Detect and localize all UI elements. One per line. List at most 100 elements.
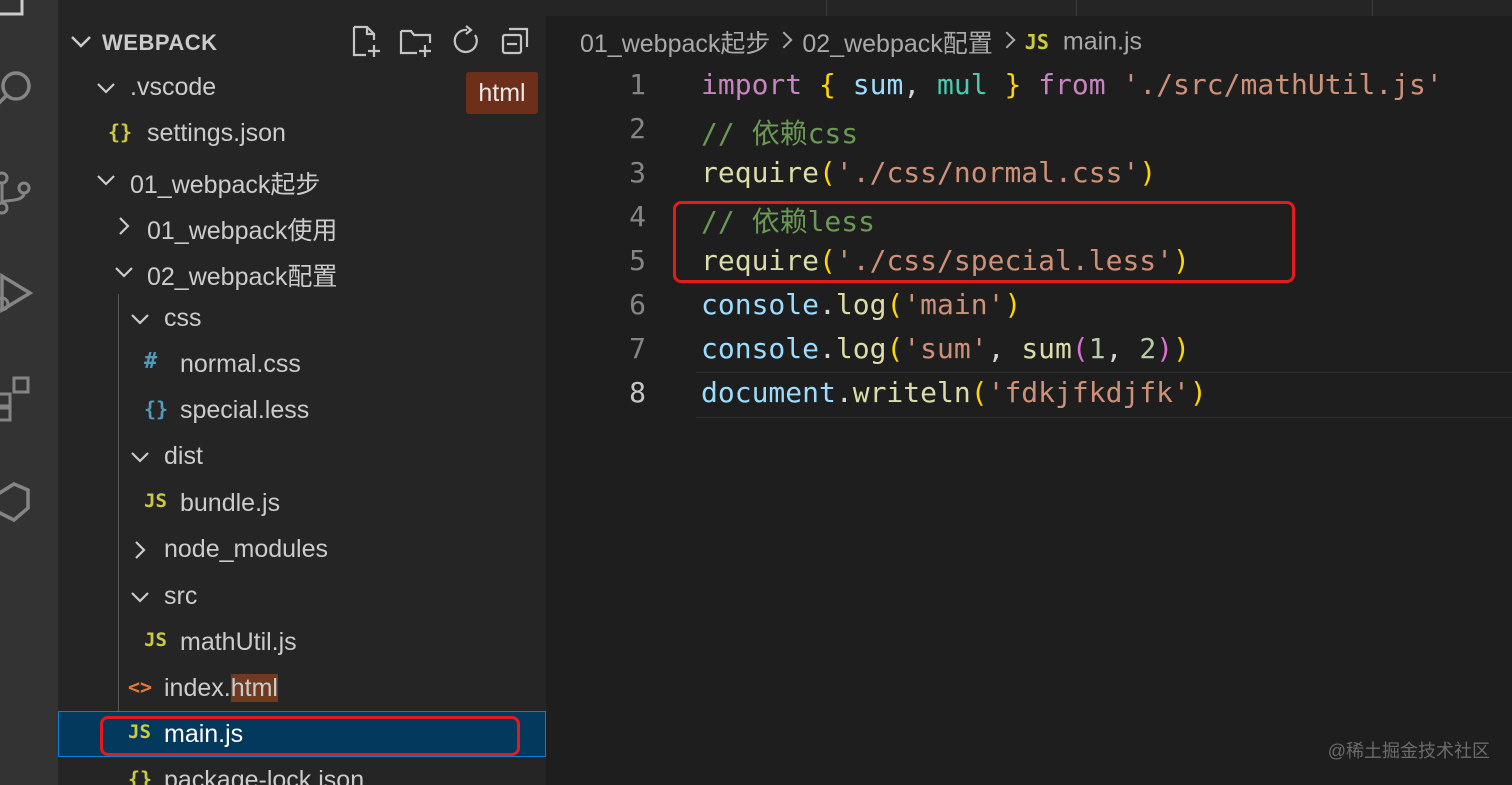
tree-folder-02-webpack-config[interactable]: 02_webpack配置 — [58, 248, 546, 294]
chevron-down-icon — [131, 592, 149, 603]
search-icon[interactable] — [0, 62, 38, 112]
json-file-icon: {} — [108, 120, 133, 144]
tree-file-index-html[interactable]: <> index.html — [58, 665, 546, 711]
line-number: 1 — [629, 68, 646, 101]
code-token: import — [701, 68, 803, 101]
tree-file-special-less[interactable]: {} special.less — [58, 387, 546, 433]
tree-item-label: 01_webpack使用 — [147, 217, 338, 245]
tree-file-normal-css[interactable]: # normal.css — [58, 341, 546, 387]
code-token: document — [701, 376, 836, 409]
code-line[interactable]: require('./css/normal.css') — [701, 156, 1156, 189]
html-file-icon: <> — [128, 675, 153, 699]
annotation-box-main-js — [100, 716, 520, 756]
explorer-icon[interactable] — [0, 0, 38, 28]
code-token: require — [701, 156, 820, 189]
code-token: mul — [937, 68, 988, 101]
explorer-title: WEBPACK — [102, 30, 218, 55]
code-token: ) — [1139, 156, 1157, 189]
js-file-icon: JS — [144, 490, 167, 512]
line-number: 3 — [629, 156, 646, 189]
chevron-right-icon — [119, 217, 130, 235]
code-line[interactable]: // 依赖css — [701, 112, 858, 152]
code-line[interactable]: document.writeln('fdkjfkdjfk') — [701, 376, 1207, 409]
code-line[interactable]: console.log('sum', sum(1, 2)) — [701, 332, 1190, 365]
code-token: 'sum' — [903, 332, 988, 365]
tree-file-settings-json[interactable]: {} settings.json — [58, 110, 546, 156]
breadcrumb-item[interactable]: 01_webpack起步 — [580, 30, 770, 58]
tree-item-label: .vscode — [130, 73, 217, 101]
collapse-all-icon[interactable] — [498, 23, 534, 59]
code-token: . — [819, 288, 836, 321]
tree-folder-01-webpack-use[interactable]: 01_webpack使用 — [58, 202, 546, 248]
tree-folder-node-modules[interactable]: node_modules — [58, 526, 546, 572]
code-token: ) — [1156, 332, 1174, 365]
code-token: . — [819, 332, 836, 365]
run-debug-icon[interactable] — [0, 268, 38, 318]
editor[interactable]: 01_webpack起步 02_webpack配置 JS main.js 1 2 3 … — [546, 0, 1512, 785]
code-token: log — [835, 332, 887, 365]
code-token: , — [987, 332, 1022, 365]
tree-folder-src[interactable]: src — [58, 573, 546, 619]
code-token: writeln — [852, 376, 971, 409]
code-token: . — [835, 376, 853, 409]
chevron-down-icon — [131, 314, 149, 325]
code-token: ) — [1173, 332, 1190, 365]
breadcrumb: 01_webpack起步 02_webpack配置 JS main.js — [580, 24, 1142, 59]
code-token: './css/normal.css' — [835, 156, 1140, 189]
code-token: ) — [1004, 288, 1022, 321]
tab-separator — [1372, 0, 1373, 16]
code-line[interactable]: console.log('main') — [701, 288, 1021, 321]
tab-strip — [546, 0, 1512, 16]
chevron-right-icon — [998, 31, 1016, 49]
tree-item-label: src — [164, 582, 198, 610]
tree-folder-dist[interactable]: dist — [58, 433, 546, 479]
tree-item-label: settings.json — [147, 119, 286, 147]
refresh-icon[interactable] — [448, 23, 484, 59]
code-line[interactable]: import { sum, mul } from './src/mathUtil… — [701, 68, 1443, 101]
css-file-icon: # — [144, 349, 158, 374]
code-token: log — [835, 288, 887, 321]
explorer-header[interactable]: WEBPACK — [58, 18, 546, 64]
code-token: sum — [1021, 332, 1072, 365]
new-folder-icon[interactable] — [398, 23, 434, 59]
code-token: './src/mathUtil.js' — [1122, 68, 1443, 101]
line-number: 8 — [629, 376, 646, 409]
tree-folder-01-webpack[interactable]: 01_webpack起步 — [58, 156, 546, 202]
remote-icon[interactable] — [0, 474, 38, 524]
tree-item-label: index.html — [164, 674, 278, 702]
tree-item-label: 02_webpack配置 — [147, 263, 338, 291]
breadcrumb-file[interactable]: main.js — [1063, 28, 1142, 56]
chevron-down-icon — [97, 175, 115, 186]
breadcrumb-item[interactable]: 02_webpack配置 — [802, 30, 992, 58]
tab-separator — [826, 0, 827, 16]
tree-file-mathutil-js[interactable]: JS mathUtil.js — [58, 619, 546, 665]
line-number: 7 — [629, 332, 646, 365]
source-control-icon[interactable] — [0, 168, 38, 218]
code-token: ) — [1189, 376, 1207, 409]
tree-file-bundle-js[interactable]: JS bundle.js — [58, 480, 546, 526]
tab-separator — [1076, 0, 1077, 16]
tree-file-package-lock-json[interactable]: {} package-lock.json — [58, 757, 546, 785]
tree-folder-css[interactable]: css — [58, 295, 546, 341]
tree-item-label: 01_webpack起步 — [130, 171, 321, 199]
tree-item-label: css — [164, 304, 202, 332]
less-file-icon: {} — [144, 397, 169, 421]
code-token: from — [1038, 68, 1106, 101]
line-number: 4 — [629, 200, 646, 233]
tree-item-label: node_modules — [164, 535, 329, 563]
extensions-icon[interactable] — [0, 372, 38, 422]
new-file-icon[interactable] — [348, 23, 384, 59]
js-file-icon: JS — [144, 629, 167, 651]
tree-item-label: normal.css — [180, 350, 301, 378]
code-token: 'fdkjfkdjfk' — [987, 376, 1190, 409]
tree-item-label: bundle.js — [180, 489, 281, 517]
chevron-down-icon — [115, 267, 133, 278]
code-token: { — [819, 68, 836, 101]
code-token: ( — [886, 288, 904, 321]
tree-item-label: mathUtil.js — [180, 628, 297, 656]
